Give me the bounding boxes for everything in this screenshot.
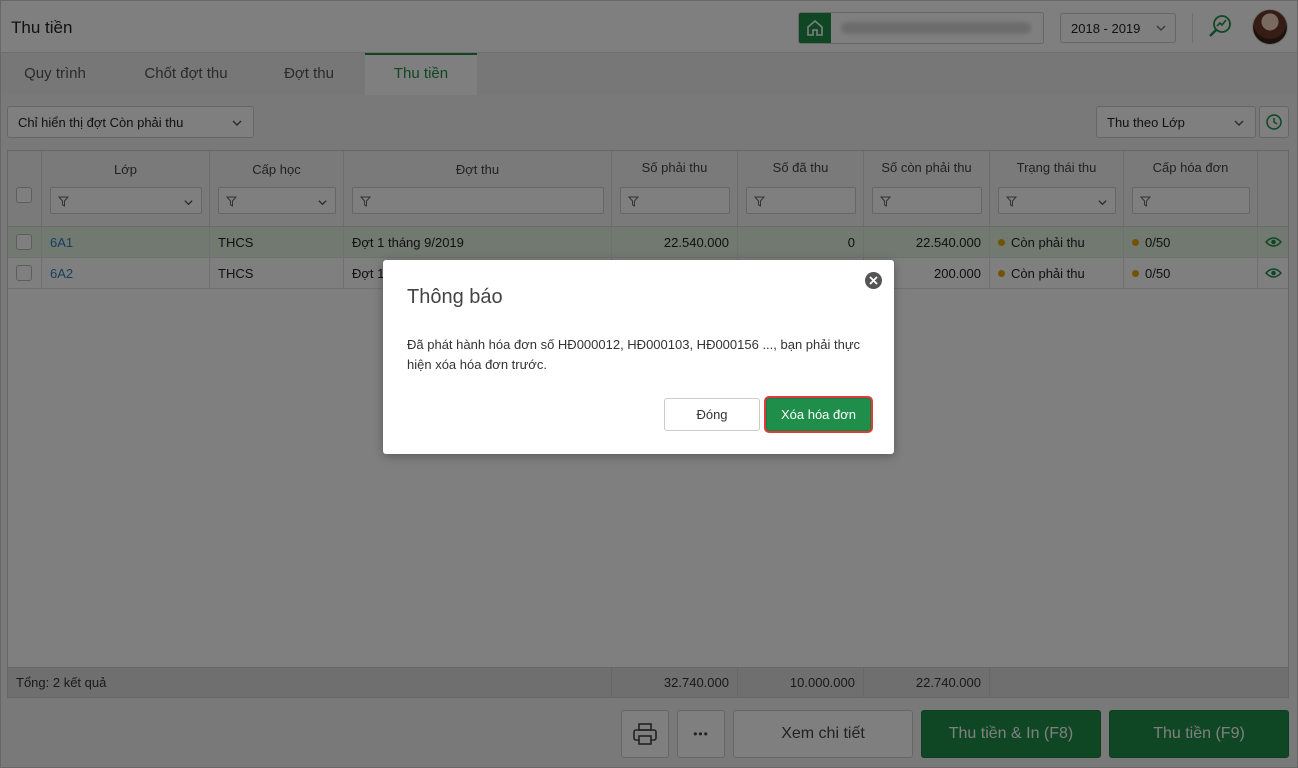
notification-dialog: Thông báo Đã phát hành hóa đơn số HĐ0000… xyxy=(383,260,894,454)
close-icon[interactable] xyxy=(865,272,882,289)
dialog-message: Đã phát hành hóa đơn số HĐ000012, HĐ0001… xyxy=(407,337,861,372)
dialog-title: Thông báo xyxy=(407,286,503,308)
delete-invoice-button[interactable]: Xóa hóa đơn xyxy=(766,398,871,431)
dialog-close-button[interactable]: Đóng xyxy=(664,398,760,431)
